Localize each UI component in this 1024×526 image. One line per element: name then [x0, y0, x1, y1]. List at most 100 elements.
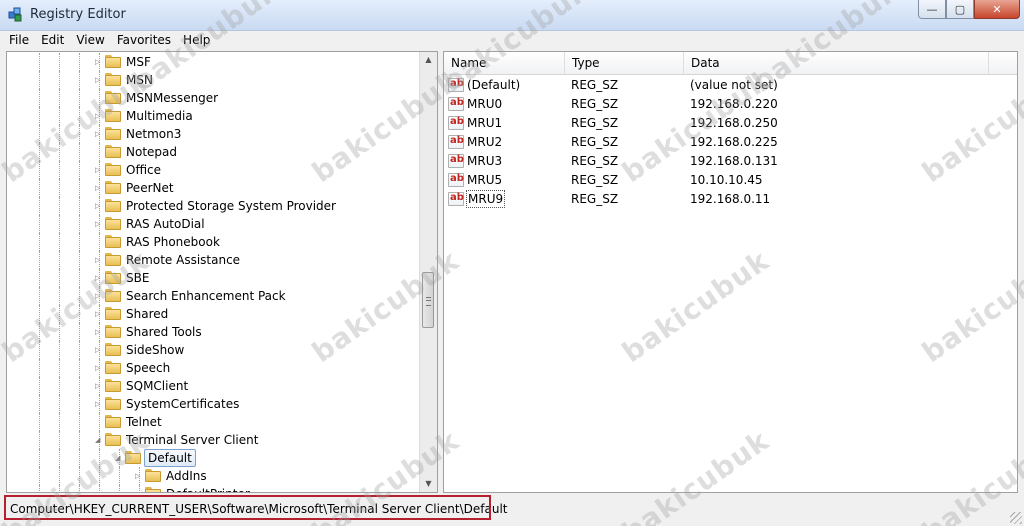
- tree-item[interactable]: ▷ Multimedia: [7, 107, 421, 125]
- tree-expand-icon[interactable]: ▷: [95, 346, 102, 354]
- tree-item-label[interactable]: DefaultPrinter: [164, 486, 252, 492]
- scroll-down-arrow-icon[interactable]: ▼: [420, 476, 437, 492]
- tree-collapse-icon[interactable]: ◢: [115, 454, 122, 462]
- tree-item-label[interactable]: SBE: [124, 270, 151, 286]
- tree-expand-icon[interactable]: ▷: [95, 292, 102, 300]
- tree-scrollbar[interactable]: ▲ ▼: [419, 52, 437, 492]
- tree-item[interactable]: ◢ Default: [7, 449, 421, 467]
- tree-item-label[interactable]: RAS AutoDial: [124, 216, 207, 232]
- column-header-type[interactable]: Type: [565, 52, 684, 74]
- tree-item[interactable]: ▷ Protected Storage System Provider: [7, 197, 421, 215]
- resize-grip-icon[interactable]: [1010, 512, 1022, 524]
- value-row[interactable]: ab MRU5 REG_SZ 10.10.10.45: [444, 171, 1017, 190]
- menu-view[interactable]: View: [70, 31, 110, 50]
- tree-item-label[interactable]: Office: [124, 162, 163, 178]
- scroll-up-arrow-icon[interactable]: ▲: [420, 52, 437, 68]
- tree-item-label[interactable]: SQMClient: [124, 378, 190, 394]
- tree-expand-icon[interactable]: [95, 94, 102, 102]
- tree-item-label[interactable]: Shared Tools: [124, 324, 204, 340]
- tree-expand-icon[interactable]: [95, 238, 102, 246]
- tree-item[interactable]: ▷ Speech: [7, 359, 421, 377]
- tree-item-label[interactable]: Netmon3: [124, 126, 183, 142]
- menu-favorites[interactable]: Favorites: [111, 31, 177, 50]
- tree-item[interactable]: Telnet: [7, 413, 421, 431]
- close-button[interactable]: ✕: [974, 0, 1020, 19]
- value-row[interactable]: ab MRU0 REG_SZ 192.168.0.220: [444, 95, 1017, 114]
- tree-item[interactable]: ▷ RAS AutoDial: [7, 215, 421, 233]
- tree-expand-icon[interactable]: [95, 148, 102, 156]
- tree-item-label[interactable]: AddIns: [164, 468, 209, 484]
- tree-expand-icon[interactable]: ▷: [95, 328, 102, 336]
- tree-item[interactable]: ▷ PeerNet: [7, 179, 421, 197]
- tree-expand-icon[interactable]: ▷: [95, 166, 102, 174]
- value-row[interactable]: ab MRU2 REG_SZ 192.168.0.225: [444, 133, 1017, 152]
- maximize-button[interactable]: ▢: [946, 0, 974, 19]
- tree-item-label[interactable]: Multimedia: [124, 108, 195, 124]
- tree-item-label[interactable]: Telnet: [124, 414, 164, 430]
- tree-item-label[interactable]: MSNMessenger: [124, 90, 220, 106]
- tree-expand-icon[interactable]: ▷: [95, 382, 102, 390]
- tree-item[interactable]: MSNMessenger: [7, 89, 421, 107]
- tree-expand-icon[interactable]: ▷: [95, 220, 102, 228]
- tree-item[interactable]: ▷ Shared Tools: [7, 323, 421, 341]
- tree-item[interactable]: ◢ Terminal Server Client: [7, 431, 421, 449]
- tree-item-label[interactable]: Search Enhancement Pack: [124, 288, 288, 304]
- tree-item[interactable]: DefaultPrinter: [7, 485, 421, 492]
- tree-item[interactable]: ▷ SBE: [7, 269, 421, 287]
- registry-key-tree[interactable]: ▷ MSF ▷ MSN MSNMessenger ▷ Multimedia ▷ Netmon3 N…: [6, 51, 438, 493]
- column-header-name[interactable]: Name: [444, 52, 565, 74]
- tree-item[interactable]: ▷ Office: [7, 161, 421, 179]
- tree-item-label[interactable]: Speech: [124, 360, 172, 376]
- tree-expand-icon[interactable]: ▷: [95, 364, 102, 372]
- column-header-data[interactable]: Data: [684, 52, 989, 74]
- value-row[interactable]: ab MRU3 REG_SZ 192.168.0.131: [444, 152, 1017, 171]
- tree-item[interactable]: ▷ Search Enhancement Pack: [7, 287, 421, 305]
- tree-expand-icon[interactable]: ▷: [95, 310, 102, 318]
- tree-item[interactable]: ▷ MSN: [7, 71, 421, 89]
- tree-expand-icon[interactable]: ▷: [95, 256, 102, 264]
- tree-expand-icon[interactable]: ▷: [95, 184, 102, 192]
- tree-item[interactable]: RAS Phonebook: [7, 233, 421, 251]
- tree-item[interactable]: ▷ SideShow: [7, 341, 421, 359]
- tree-item-label[interactable]: MSN: [124, 72, 155, 88]
- value-row[interactable]: ab MRU9 REG_SZ 192.168.0.11: [444, 190, 1017, 209]
- tree-item-label[interactable]: SideShow: [124, 342, 186, 358]
- tree-item-label[interactable]: Default: [144, 449, 196, 467]
- menu-file[interactable]: File: [0, 31, 35, 50]
- tree-item[interactable]: ▷ Shared: [7, 305, 421, 323]
- menu-help[interactable]: Help: [177, 31, 216, 50]
- tree-item-label[interactable]: RAS Phonebook: [124, 234, 222, 250]
- value-row[interactable]: ab (Default) REG_SZ (value not set): [444, 76, 1017, 95]
- tree-item[interactable]: ▷ MSF: [7, 53, 421, 71]
- tree-collapse-icon[interactable]: ◢: [95, 436, 102, 444]
- tree-item-label[interactable]: Protected Storage System Provider: [124, 198, 338, 214]
- tree-item[interactable]: ▷ SQMClient: [7, 377, 421, 395]
- tree-expand-icon[interactable]: [135, 490, 142, 492]
- tree-expand-icon[interactable]: ▷: [95, 130, 102, 138]
- tree-expand-icon[interactable]: ▷: [95, 274, 102, 282]
- tree-expand-icon[interactable]: ▷: [95, 400, 102, 408]
- tree-item-label[interactable]: PeerNet: [124, 180, 176, 196]
- tree-item[interactable]: Notepad: [7, 143, 421, 161]
- tree-expand-icon[interactable]: ▷: [95, 202, 102, 210]
- tree-item-label[interactable]: Remote Assistance: [124, 252, 242, 268]
- scrollbar-thumb[interactable]: [422, 272, 434, 328]
- tree-item[interactable]: ▷ AddIns: [7, 467, 421, 485]
- tree-item[interactable]: ▷ Netmon3: [7, 125, 421, 143]
- values-list[interactable]: Name Type Data ab (Default) REG_SZ (value n…: [443, 51, 1018, 493]
- tree-expand-icon[interactable]: ▷: [135, 472, 142, 480]
- tree-expand-icon[interactable]: ▷: [95, 58, 102, 66]
- tree-expand-icon[interactable]: [95, 418, 102, 426]
- tree-item-label[interactable]: Notepad: [124, 144, 179, 160]
- tree-item[interactable]: ▷ Remote Assistance: [7, 251, 421, 269]
- tree-item-label[interactable]: Terminal Server Client: [124, 432, 260, 448]
- tree-item[interactable]: ▷ SystemCertificates: [7, 395, 421, 413]
- menu-edit[interactable]: Edit: [35, 31, 70, 50]
- tree-expand-icon[interactable]: ▷: [95, 76, 102, 84]
- tree-expand-icon[interactable]: ▷: [95, 112, 102, 120]
- tree-item-label[interactable]: Shared: [124, 306, 170, 322]
- value-row[interactable]: ab MRU1 REG_SZ 192.168.0.250: [444, 114, 1017, 133]
- title-bar[interactable]: Registry Editor — ▢ ✕: [0, 0, 1024, 31]
- tree-item-label[interactable]: SystemCertificates: [124, 396, 241, 412]
- tree-item-label[interactable]: MSF: [124, 54, 153, 70]
